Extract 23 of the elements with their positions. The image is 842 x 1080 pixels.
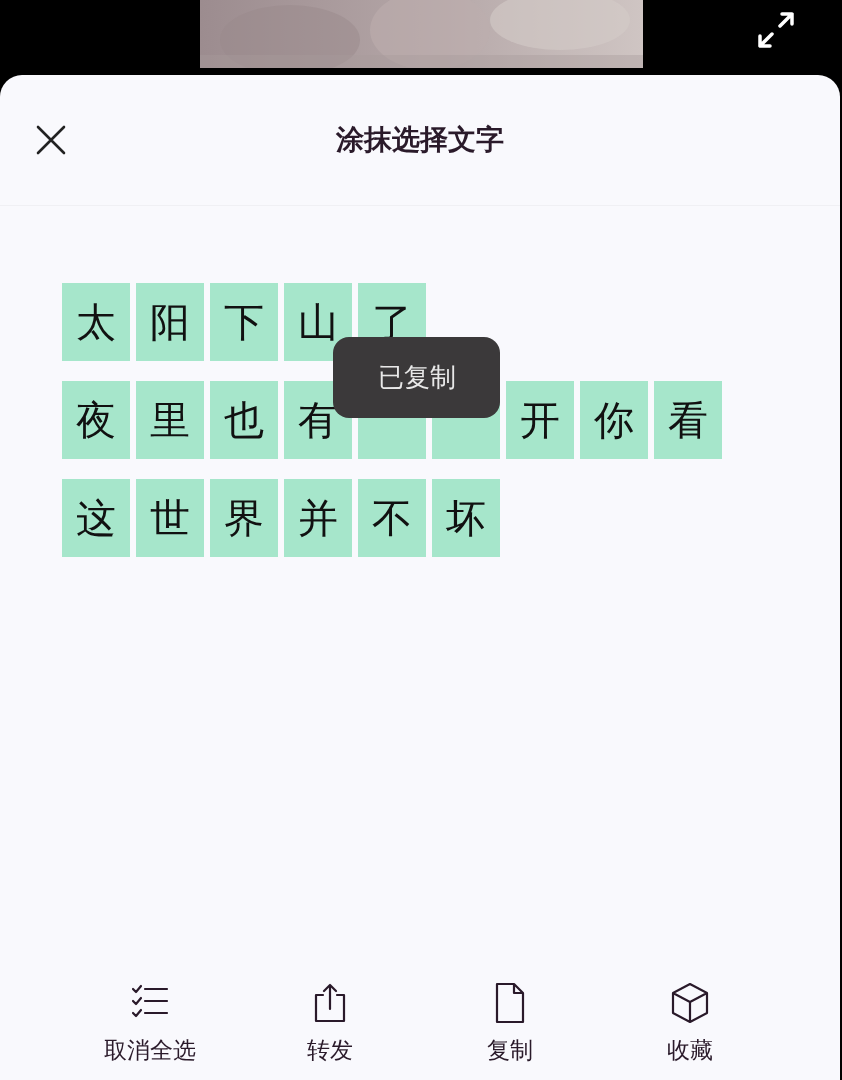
character-tile[interactable]: 下 bbox=[210, 283, 278, 361]
character-tile[interactable]: 开 bbox=[506, 381, 574, 459]
deselect-button[interactable]: 取消全选 bbox=[75, 981, 225, 1066]
character-tile[interactable]: 并 bbox=[284, 479, 352, 557]
character-tile[interactable]: 夜 bbox=[62, 381, 130, 459]
character-tile[interactable]: 看 bbox=[654, 381, 722, 459]
share-button[interactable]: 转发 bbox=[255, 981, 405, 1066]
character-tile[interactable]: 界 bbox=[210, 479, 278, 557]
character-tile[interactable]: 你 bbox=[580, 381, 648, 459]
character-tile[interactable]: 不 bbox=[358, 479, 426, 557]
close-button[interactable] bbox=[36, 125, 66, 155]
sheet-title: 涂抹选择文字 bbox=[336, 122, 504, 158]
expand-icon[interactable] bbox=[756, 10, 796, 50]
character-tile[interactable]: 山 bbox=[284, 283, 352, 361]
character-tile[interactable]: 也 bbox=[210, 381, 278, 459]
character-tile[interactable]: 里 bbox=[136, 381, 204, 459]
copy-button[interactable]: 复制 bbox=[435, 981, 585, 1066]
character-tile[interactable]: 世 bbox=[136, 479, 204, 557]
character-tile[interactable]: 这 bbox=[62, 479, 130, 557]
save-button[interactable]: 收藏 bbox=[615, 981, 765, 1066]
character-tile[interactable]: 阳 bbox=[136, 283, 204, 361]
character-tile[interactable]: 太 bbox=[62, 283, 130, 361]
character-tile[interactable]: 坏 bbox=[432, 479, 500, 557]
